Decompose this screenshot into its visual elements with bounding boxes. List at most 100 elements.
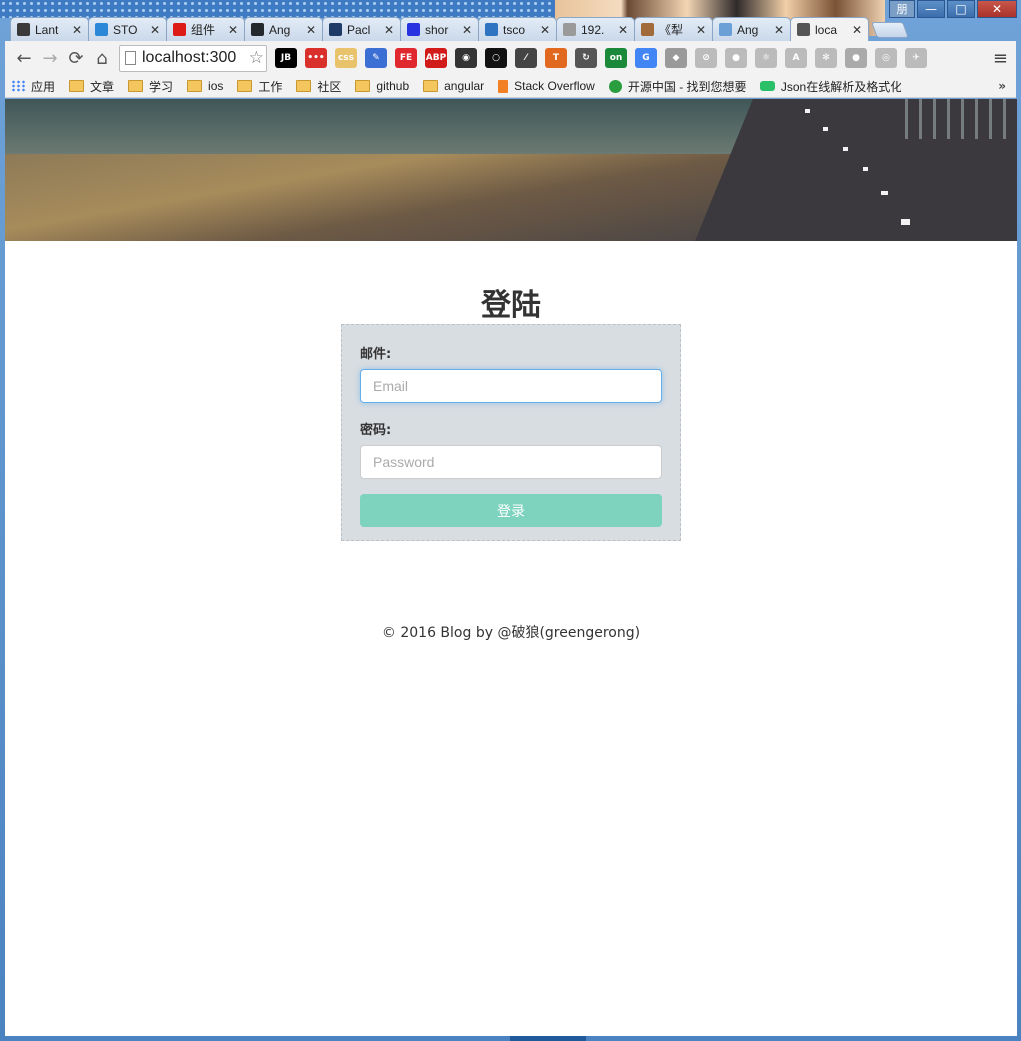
bookmark-item[interactable]: 应用 [11,78,55,95]
refresh-ext-icon[interactable]: ↻ [575,48,597,68]
user-icon[interactable]: 朋 [889,0,915,18]
bookmarks-more-icon[interactable]: » [998,79,1006,93]
folder-icon [187,80,203,92]
window-controls: 朋 — □ ✕ [889,0,1017,20]
globe-icon [95,23,108,36]
lane-mark [881,191,888,195]
page-icon [563,23,576,36]
footer-copyright: © 2016 Blog by @破狼(greengerong) [381,625,641,641]
login-form: 邮件: 密码: 登录 [341,324,681,541]
hero-sea [5,99,765,154]
dot-icon[interactable]: ● [845,48,867,68]
home-button[interactable]: ⌂ [89,45,115,71]
css-icon[interactable]: css [335,48,357,68]
login-button[interactable]: 登录 [360,494,662,527]
menu-icon[interactable]: ≡ [993,48,1008,69]
close-icon[interactable]: ✕ [852,23,862,37]
bookmark-item[interactable]: 学习 [128,78,173,95]
bookmark-item[interactable]: Json在线解析及格式化 [759,78,901,95]
close-icon[interactable]: ✕ [774,23,784,37]
tab-6[interactable]: tsco ✕ [478,17,557,41]
bookmark-label: 社区 [317,79,342,94]
close-icon[interactable]: ✕ [696,23,706,37]
email-field[interactable] [360,369,662,403]
tab-9[interactable]: Ang ✕ [712,17,791,41]
sphere-icon[interactable]: ● [725,48,747,68]
feather-icon[interactable]: ⊘ [695,48,717,68]
paw-icon [407,23,420,36]
n-icon [329,23,342,36]
folder-icon [237,80,253,92]
target-icon[interactable]: ◎ [875,48,897,68]
lane-mark [863,167,868,171]
tab-0[interactable]: Lant ✕ [10,17,89,41]
forward-button[interactable]: → [37,45,63,71]
close-icon[interactable]: ✕ [618,23,628,37]
jetbrains-icon[interactable]: JB [275,48,297,68]
stackoverflow-icon [498,79,509,93]
ring-icon[interactable]: ○ [485,48,507,68]
translate-icon[interactable]: G [635,48,657,68]
bookmark-item[interactable]: ios [187,79,223,93]
puzzle-icon [719,23,732,36]
close-icon[interactable]: ✕ [306,23,316,37]
t-icon[interactable]: T [545,48,567,68]
hero-guardrail [905,99,1017,139]
tab-title: 组件 [191,23,216,37]
eyedropper-icon[interactable]: ⁄ [515,48,537,68]
close-icon[interactable]: ✕ [540,23,550,37]
tab-title: 192. [581,22,605,37]
close-icon[interactable]: ✕ [462,23,472,37]
tab-2[interactable]: 组件 ✕ [166,17,245,41]
lane-mark [843,147,848,151]
close-icon[interactable]: ✕ [72,23,82,37]
bookmark-item[interactable]: 社区 [296,78,341,95]
react-icon[interactable]: ⚛ [755,48,777,68]
new-tab-button[interactable] [871,22,909,38]
tab-4[interactable]: Pacl ✕ [322,17,401,41]
tab-7[interactable]: 192. ✕ [556,17,635,41]
tab-10[interactable]: loca ✕ [790,17,869,41]
bookmark-star-icon[interactable]: ☆ [249,48,266,68]
bookmark-item[interactable]: 工作 [237,78,282,95]
bookmark-item[interactable]: Stack Overflow [498,79,595,93]
bookmark-item[interactable]: github [355,79,409,93]
on-icon[interactable]: on [605,48,627,68]
close-icon[interactable]: ✕ [228,23,238,37]
tab-3[interactable]: Ang ✕ [244,17,323,41]
atom-icon[interactable]: ✻ [815,48,837,68]
taskbar-edge [510,1036,586,1041]
maximize-button[interactable]: □ [947,0,975,18]
bookmark-item[interactable]: angular [423,79,484,93]
bookmark-item[interactable]: 开源中国 - 找到您想要 [608,78,746,95]
close-icon[interactable]: ✕ [384,23,394,37]
bird-ext-icon[interactable]: ✈ [905,48,927,68]
edit-icon[interactable]: ✎ [365,48,387,68]
github-icon [251,23,264,36]
diamond-icon[interactable]: ◆ [665,48,687,68]
camera-icon[interactable]: ◉ [455,48,477,68]
fe-icon[interactable]: FE [395,48,417,68]
bookmark-label: 工作 [258,79,283,94]
close-window-button[interactable]: ✕ [977,0,1017,18]
bookmark-label: 开源中国 - 找到您想要 [627,79,746,94]
lane-mark [823,127,828,131]
dots-icon[interactable]: ••• [305,48,327,68]
bookmark-list: 应用 文章 学习 ios 工作 社区 github angular Stack Overflow… [11,78,915,95]
angular-ext-icon[interactable]: A [785,48,807,68]
tab-8[interactable]: 《犁 ✕ [634,17,713,41]
adblock-icon[interactable]: ABP [425,48,447,68]
reload-button[interactable]: ⟳ [63,45,89,71]
tab-5[interactable]: shor ✕ [400,17,479,41]
close-icon[interactable]: ✕ [150,23,160,37]
bookmark-label: ios [208,79,224,93]
hero-grass [5,154,745,241]
password-label: 密码: [360,423,392,438]
tab-1[interactable]: STO ✕ [88,17,167,41]
address-bar[interactable]: localhost:300 ☆ [119,44,267,72]
back-button[interactable]: ← [11,45,37,71]
minimize-button[interactable]: — [917,0,945,18]
bookmark-item[interactable]: 文章 [69,78,114,95]
password-field[interactable] [360,445,662,479]
address-url[interactable]: localhost:300 [142,49,236,67]
